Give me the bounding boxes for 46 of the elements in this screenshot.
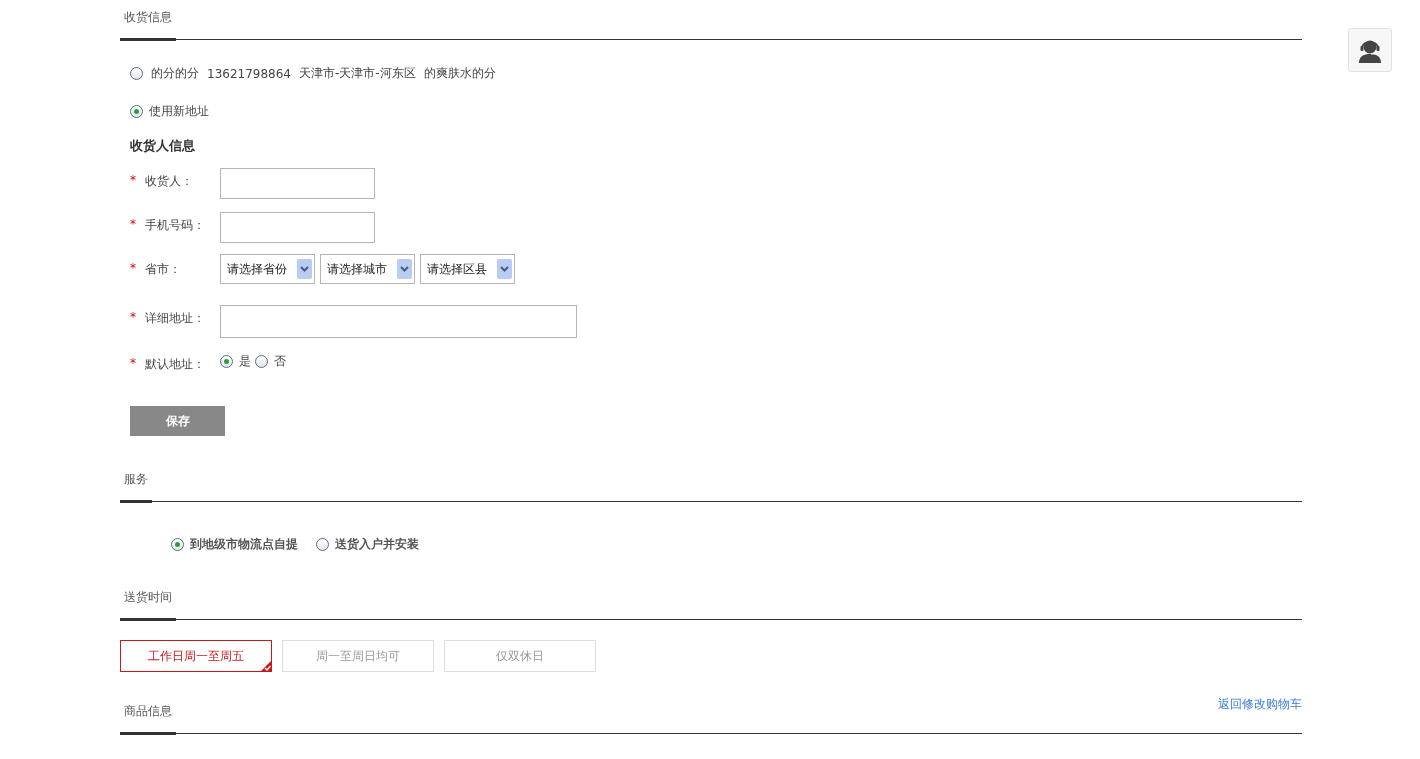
radio-button[interactable] — [316, 538, 329, 551]
radio-label: 到地级市物流点自提 — [190, 536, 298, 553]
address-text: 的爽肤水的分 — [423, 65, 496, 82]
form-title: 收货人信息 — [130, 137, 196, 155]
text-field[interactable] — [220, 305, 577, 338]
address-text: 的分的分 — [151, 65, 199, 82]
field-label: 默认地址： — [145, 356, 206, 373]
required-mark: * — [130, 173, 137, 187]
address-text: 13621798864 — [207, 66, 291, 81]
radio-label: 使用新地址 — [149, 103, 209, 120]
required-mark: * — [130, 356, 137, 370]
select-field[interactable]: 请选择城市 — [320, 254, 415, 284]
chevron-down-icon — [297, 259, 312, 279]
check-corner-icon — [260, 660, 272, 672]
text-field[interactable] — [220, 168, 375, 199]
radio-button[interactable] — [130, 67, 143, 80]
required-mark: * — [130, 261, 137, 275]
section-title: 收货信息 — [120, 9, 176, 41]
radio-label: 送货入户并安装 — [335, 536, 419, 553]
required-mark: * — [130, 310, 137, 324]
address-text: 天津市-天津市-河东区 — [299, 65, 416, 82]
radio-button[interactable] — [255, 355, 268, 368]
time-option-button[interactable]: 周一至周日均可 — [282, 640, 434, 672]
time-option-button[interactable]: 工作日周一至周五 — [120, 640, 272, 672]
field-label: 手机号码： — [145, 217, 206, 234]
section-title: 服务 — [120, 471, 152, 503]
radio-label: 是 — [239, 353, 251, 370]
support-button[interactable] — [1348, 28, 1392, 72]
time-option-button[interactable]: 仅双休日 — [444, 640, 596, 672]
section-title: 送货时间 — [120, 589, 176, 621]
back-to-cart-link[interactable]: 返回修改购物车 — [1218, 696, 1302, 713]
field-label: 省市： — [145, 261, 182, 278]
select-field[interactable]: 请选择区县 — [420, 254, 515, 284]
field-label: 详细地址： — [145, 310, 206, 327]
save-button[interactable]: 保存 — [130, 406, 225, 436]
text-field[interactable] — [220, 212, 375, 243]
radio-label: 否 — [274, 353, 286, 370]
radio-button[interactable] — [220, 355, 233, 368]
radio-button[interactable] — [171, 538, 184, 551]
select-field[interactable]: 请选择省份 — [220, 254, 315, 284]
section-title: 商品信息 — [120, 703, 176, 735]
chevron-down-icon — [497, 259, 512, 279]
radio-button[interactable] — [130, 105, 143, 118]
required-mark: * — [130, 217, 137, 231]
chevron-down-icon — [397, 259, 412, 279]
field-label: 收货人： — [145, 173, 194, 190]
